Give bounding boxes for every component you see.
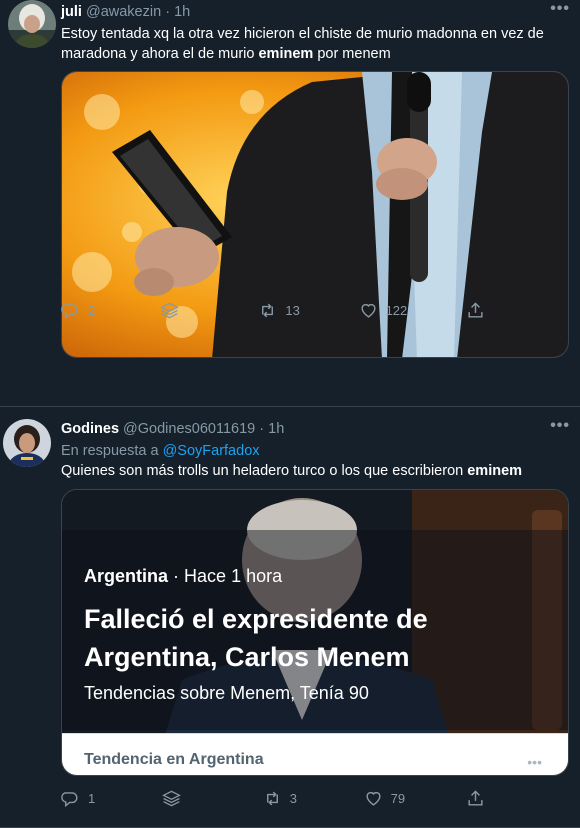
tweet[interactable]: Godines @Godines06011619 · 1h ••• En res… xyxy=(0,407,580,828)
tweet-text-bold: eminem xyxy=(258,46,314,62)
like-icon xyxy=(366,791,381,806)
card-headline[interactable]: Falleció el expresidente de Argentina, C… xyxy=(84,600,504,676)
card-footer[interactable]: Tendencia en Argentina ••• xyxy=(62,733,568,775)
reply-count: 2 xyxy=(88,303,96,318)
tweet-actions: 1 3 79 xyxy=(61,789,506,808)
card-meta: Argentina · Hace 1 hora xyxy=(84,566,282,587)
tweet-actions: 2 13 122 xyxy=(61,301,506,320)
like-icon xyxy=(361,303,376,318)
like-button[interactable]: 122 xyxy=(359,301,408,320)
timestamp[interactable]: 1h xyxy=(174,4,190,20)
reply-context: En respuesta a @SoyFarfadox xyxy=(61,441,568,461)
tweet-image[interactable]: Argentina · Hace 1 hora Falleció el expr… xyxy=(61,489,569,776)
card-subtitle: Tendencias sobre Menem, Tenía 90 xyxy=(84,683,369,703)
tweet[interactable]: juli @awakezin · 1h ••• Estoy tentada xq… xyxy=(0,0,580,407)
retweet-button[interactable]: 3 xyxy=(263,789,303,808)
like-button[interactable]: 79 xyxy=(364,789,405,808)
reply-button[interactable]: 2 xyxy=(61,301,101,320)
separator-dot: · xyxy=(259,421,265,437)
share-icon xyxy=(468,302,483,318)
layers-icon xyxy=(162,790,181,807)
card-dot: · xyxy=(173,566,180,586)
reply-prefix: En respuesta a xyxy=(61,443,159,459)
display-name[interactable]: Godines xyxy=(61,421,119,437)
like-count: 79 xyxy=(390,791,406,806)
reply-icon xyxy=(61,792,78,808)
retweet-count: 3 xyxy=(289,791,297,806)
retweet-button[interactable]: 13 xyxy=(258,301,300,320)
card-time: Hace 1 hora xyxy=(184,566,283,586)
tweet-text-part: Quienes son más trolls un heladero turco… xyxy=(61,463,468,479)
reply-icon xyxy=(61,304,78,320)
layers-button[interactable] xyxy=(162,789,202,808)
handle[interactable]: @awakezin xyxy=(86,4,161,20)
more-icon[interactable]: ••• xyxy=(527,754,542,770)
tweet-header: Godines @Godines06011619 · 1h xyxy=(61,421,540,437)
retweet-count: 13 xyxy=(285,303,300,318)
share-button[interactable] xyxy=(466,301,506,320)
layers-icon xyxy=(159,302,179,319)
handle[interactable]: @Godines06011619 xyxy=(123,421,255,437)
avatar[interactable] xyxy=(8,0,56,48)
tweet-text-part: por menem xyxy=(313,46,391,62)
timestamp[interactable]: 1h xyxy=(268,421,284,437)
avatar[interactable] xyxy=(3,419,51,467)
tweet-text: Estoy tentada xq la otra vez hicieron el… xyxy=(61,24,568,64)
share-button[interactable] xyxy=(466,789,506,808)
reply-count: 1 xyxy=(88,791,96,806)
reply-button[interactable]: 1 xyxy=(61,789,101,808)
retweet-icon xyxy=(266,791,278,806)
retweet-icon xyxy=(262,303,274,318)
share-icon xyxy=(468,790,483,806)
display-name[interactable]: juli xyxy=(61,4,82,20)
layers-button[interactable] xyxy=(159,301,200,320)
like-count: 122 xyxy=(385,303,408,318)
separator-dot: · xyxy=(165,4,171,20)
tweet-text-bold: eminem xyxy=(467,463,523,479)
tweet-header: juli @awakezin · 1h xyxy=(61,4,540,20)
more-icon[interactable]: ••• xyxy=(550,0,570,18)
more-icon[interactable]: ••• xyxy=(550,417,570,435)
tweet-text: Quienes son más trolls un heladero turco… xyxy=(61,461,568,481)
card-footer-label: Tendencia en Argentina xyxy=(84,751,264,768)
card-source: Argentina xyxy=(84,566,169,586)
reply-to-link[interactable]: @SoyFarfadox xyxy=(163,443,260,459)
